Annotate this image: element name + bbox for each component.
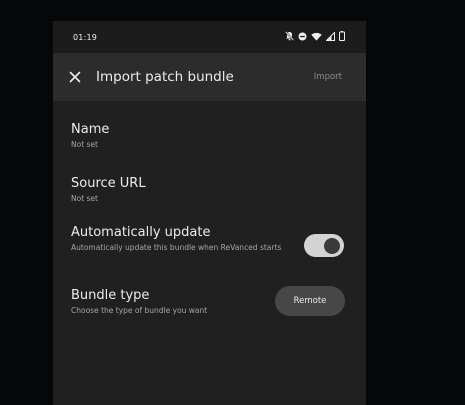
close-button[interactable] <box>63 65 87 89</box>
do-not-disturb-icon <box>298 32 307 41</box>
signal-icon <box>326 31 335 41</box>
setting-auto-update[interactable]: Automatically update Automatically updat… <box>71 225 283 253</box>
app-screen: 01:19 Import patch bundle Import Name No… <box>53 21 366 405</box>
setting-subtitle: Not set <box>71 194 98 203</box>
wifi-icon <box>311 32 322 41</box>
import-button[interactable]: Import <box>314 72 342 82</box>
setting-title: Bundle type <box>71 288 150 303</box>
status-bar: 01:19 <box>53 21 366 53</box>
toggle-knob <box>324 237 340 254</box>
setting-title: Automatically update <box>71 225 211 240</box>
close-icon <box>69 71 81 83</box>
status-time: 01:19 <box>73 33 98 42</box>
setting-title: Name <box>71 122 110 137</box>
bundle-type-button[interactable]: Remote <box>275 286 345 316</box>
setting-subtitle: Not set <box>71 140 98 149</box>
status-icons <box>285 31 345 41</box>
battery-icon <box>339 31 345 41</box>
auto-update-toggle[interactable] <box>304 234 344 257</box>
setting-subtitle: Choose the type of bundle you want <box>71 306 208 315</box>
notifications-off-icon <box>285 31 294 41</box>
top-app-bar: Import patch bundle Import <box>53 53 366 101</box>
setting-bundle-type: Bundle type Choose the type of bundle yo… <box>71 288 207 316</box>
setting-source-url[interactable]: Source URL Not set <box>71 176 146 204</box>
setting-name[interactable]: Name Not set <box>71 122 109 150</box>
setting-subtitle: Automatically update this bundle when Re… <box>71 243 282 252</box>
setting-title: Source URL <box>71 176 146 191</box>
page-title: Import patch bundle <box>96 69 234 85</box>
